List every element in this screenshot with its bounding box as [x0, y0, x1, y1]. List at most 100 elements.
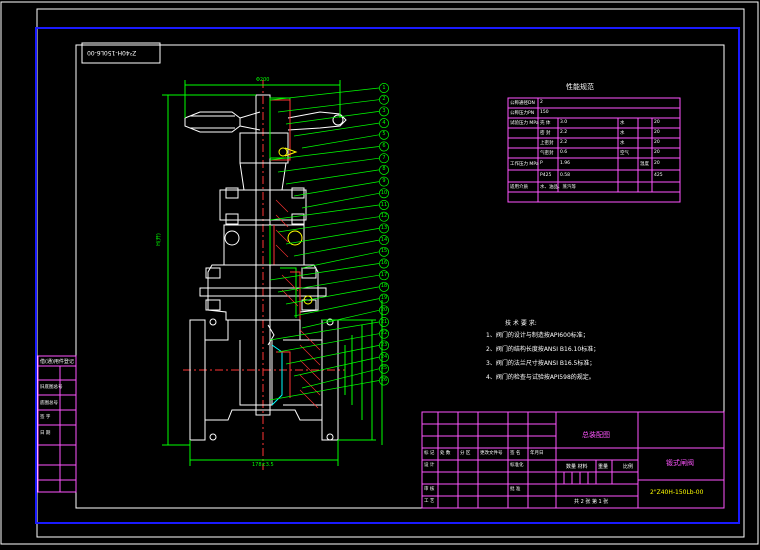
balloon-leader — [285, 169, 380, 185]
dim-top-width: Φ200 — [256, 77, 270, 83]
part-balloon: 15 — [380, 248, 388, 255]
perf-table-cell: 150 — [540, 110, 549, 115]
tech-req-item: 2、阀门的结构长度按ANSI B16.10标准； — [486, 346, 600, 353]
perf-table-cell: 0.6 — [560, 150, 568, 155]
signature-row-label: 审 核 — [424, 487, 435, 492]
signature-row-label: 标准化 — [510, 463, 524, 468]
sheet-count: 共 2 张 第 1 张 — [574, 499, 609, 505]
part-balloon: 21 — [380, 318, 388, 325]
perf-table-cell: 0.58 — [560, 173, 571, 178]
perf-table-cell: 425 — [654, 173, 663, 178]
balloon-leader — [285, 228, 380, 245]
left-strip-header: 借(通)用件登记 — [40, 359, 74, 365]
part-balloon: 22 — [380, 330, 388, 337]
part-balloon: 3 — [382, 107, 386, 114]
drawing-title: 总装配图 — [582, 431, 610, 439]
perf-table-cell: 公称压力PN — [510, 111, 535, 116]
left-strip-row: 旧底图总号 — [40, 385, 63, 390]
scale-header: 比例 — [623, 464, 634, 470]
weight-header: 重量 — [598, 464, 609, 470]
perf-table-cell: 水 — [620, 141, 625, 146]
tech-req-item: 1、阀门的设计与制造按API600标准； — [486, 332, 589, 339]
balloon-leader — [293, 239, 380, 257]
perf-table-cell: P425 — [540, 173, 552, 178]
perf-table-cell: 空气 — [620, 151, 629, 156]
perf-table-cell: 水 — [620, 121, 625, 126]
tech-req-item: 3、阀门的法兰尺寸按ANSI B16.5标准； — [486, 360, 596, 367]
perf-table-cell: 壳 体 — [540, 121, 551, 126]
part-balloon: 9 — [382, 178, 386, 185]
balloon-leader — [277, 157, 380, 173]
balloon-leader — [269, 204, 380, 221]
inner-border — [75, 44, 725, 509]
balloon-leader — [277, 99, 380, 113]
revision-column-header: 标 记 — [424, 451, 435, 456]
part-balloon: 25 — [380, 365, 388, 372]
revision-column-header: 更改文件号 — [480, 451, 503, 456]
perf-table-cell: 温度 — [640, 162, 649, 167]
signature-row-label: 批 准 — [510, 487, 521, 492]
part-balloon: 6 — [382, 143, 386, 149]
part-balloon: 10 — [380, 189, 388, 196]
part-balloon: 12 — [380, 213, 388, 220]
part-balloon: 2 — [382, 96, 386, 103]
balloon-leader — [293, 181, 380, 197]
perf-table-cell: 3.0 — [560, 120, 568, 125]
signature-row-label: 设 计 — [424, 463, 435, 468]
balloon-leader — [269, 321, 380, 341]
material-header: 数量 材料 — [566, 464, 588, 470]
perf-table-cell: 2 — [540, 100, 543, 105]
part-balloon: 18 — [380, 283, 388, 290]
part-balloon: 24 — [380, 353, 388, 360]
balloon-leader — [301, 192, 380, 209]
balloon-leader — [269, 87, 380, 101]
cad-drawing-viewport: Z²40H-150L6-00 Φ200 H(开) 178±3.5 1234567… — [0, 0, 760, 550]
left-strip-row: 日 期 — [40, 431, 51, 436]
part-balloon: 16 — [380, 260, 388, 266]
revision-column-header: 分 区 — [460, 451, 471, 456]
balloon-leader — [301, 134, 380, 149]
part-balloon: 11 — [380, 201, 388, 208]
perf-table-cell: 20 — [654, 161, 660, 166]
tech-req-title: 技 术 要 求: — [505, 320, 537, 327]
perf-table-cell: 适用介质 — [510, 185, 528, 190]
part-balloon: 13 — [380, 224, 388, 231]
perf-table-cell: 20 — [654, 120, 660, 125]
perf-table-cell: 上密封 — [540, 141, 554, 146]
part-balloon: 19 — [380, 295, 388, 302]
perf-table-cell: 水 — [620, 131, 625, 136]
perf-table-cell: 2.2 — [560, 130, 568, 135]
left-registry-strip — [37, 355, 77, 493]
perf-table-cell: 20 — [654, 150, 660, 155]
perf-table-cell: 工作压力 MPa — [510, 162, 539, 167]
perf-table-cell: 密 封 — [540, 131, 551, 136]
perf-table-cell: 20 — [654, 130, 660, 135]
drawing-code-mirrored: Z²40H-150L6-00 — [87, 49, 137, 56]
part-balloon: 1 — [382, 84, 386, 91]
revision-column-header: 处 数 — [440, 451, 451, 456]
part-balloon: 23 — [380, 341, 388, 348]
revision-column-header: 签 名 — [510, 451, 521, 456]
signature-row-label: 工 艺 — [424, 499, 435, 504]
balloon-leader — [269, 380, 380, 401]
perf-table-cell: 20 — [654, 140, 660, 145]
dim-bottom-length: 178±3.5 — [252, 462, 274, 468]
perf-table-cell: 水、油品、蒸汽等 — [540, 185, 576, 190]
dim-height: H(开) — [155, 233, 162, 246]
valve-assembly-drawing — [162, 80, 383, 470]
perf-table-cell: P — [540, 161, 543, 166]
perf-table-cell: 气密封 — [540, 151, 554, 156]
perf-table-cell: 公称通径DN — [510, 101, 535, 106]
balloon-leader — [301, 309, 380, 329]
left-strip-row: 底图总号 — [40, 401, 58, 406]
perf-table-cell: 1.96 — [560, 161, 571, 166]
part-balloon: 8 — [382, 166, 386, 173]
perf-table-cell: 试验压力 MPa — [510, 121, 539, 126]
part-balloon: 5 — [382, 131, 386, 138]
part-balloon: 20 — [380, 306, 388, 313]
drawing-code: 2"Z40H-150Lb-00 — [650, 489, 704, 496]
part-balloon: 26 — [380, 377, 388, 383]
part-name: 锻式闸阀 — [666, 459, 694, 467]
balloon-leader — [269, 263, 380, 281]
perf-table-cell: 2.2 — [560, 140, 568, 145]
